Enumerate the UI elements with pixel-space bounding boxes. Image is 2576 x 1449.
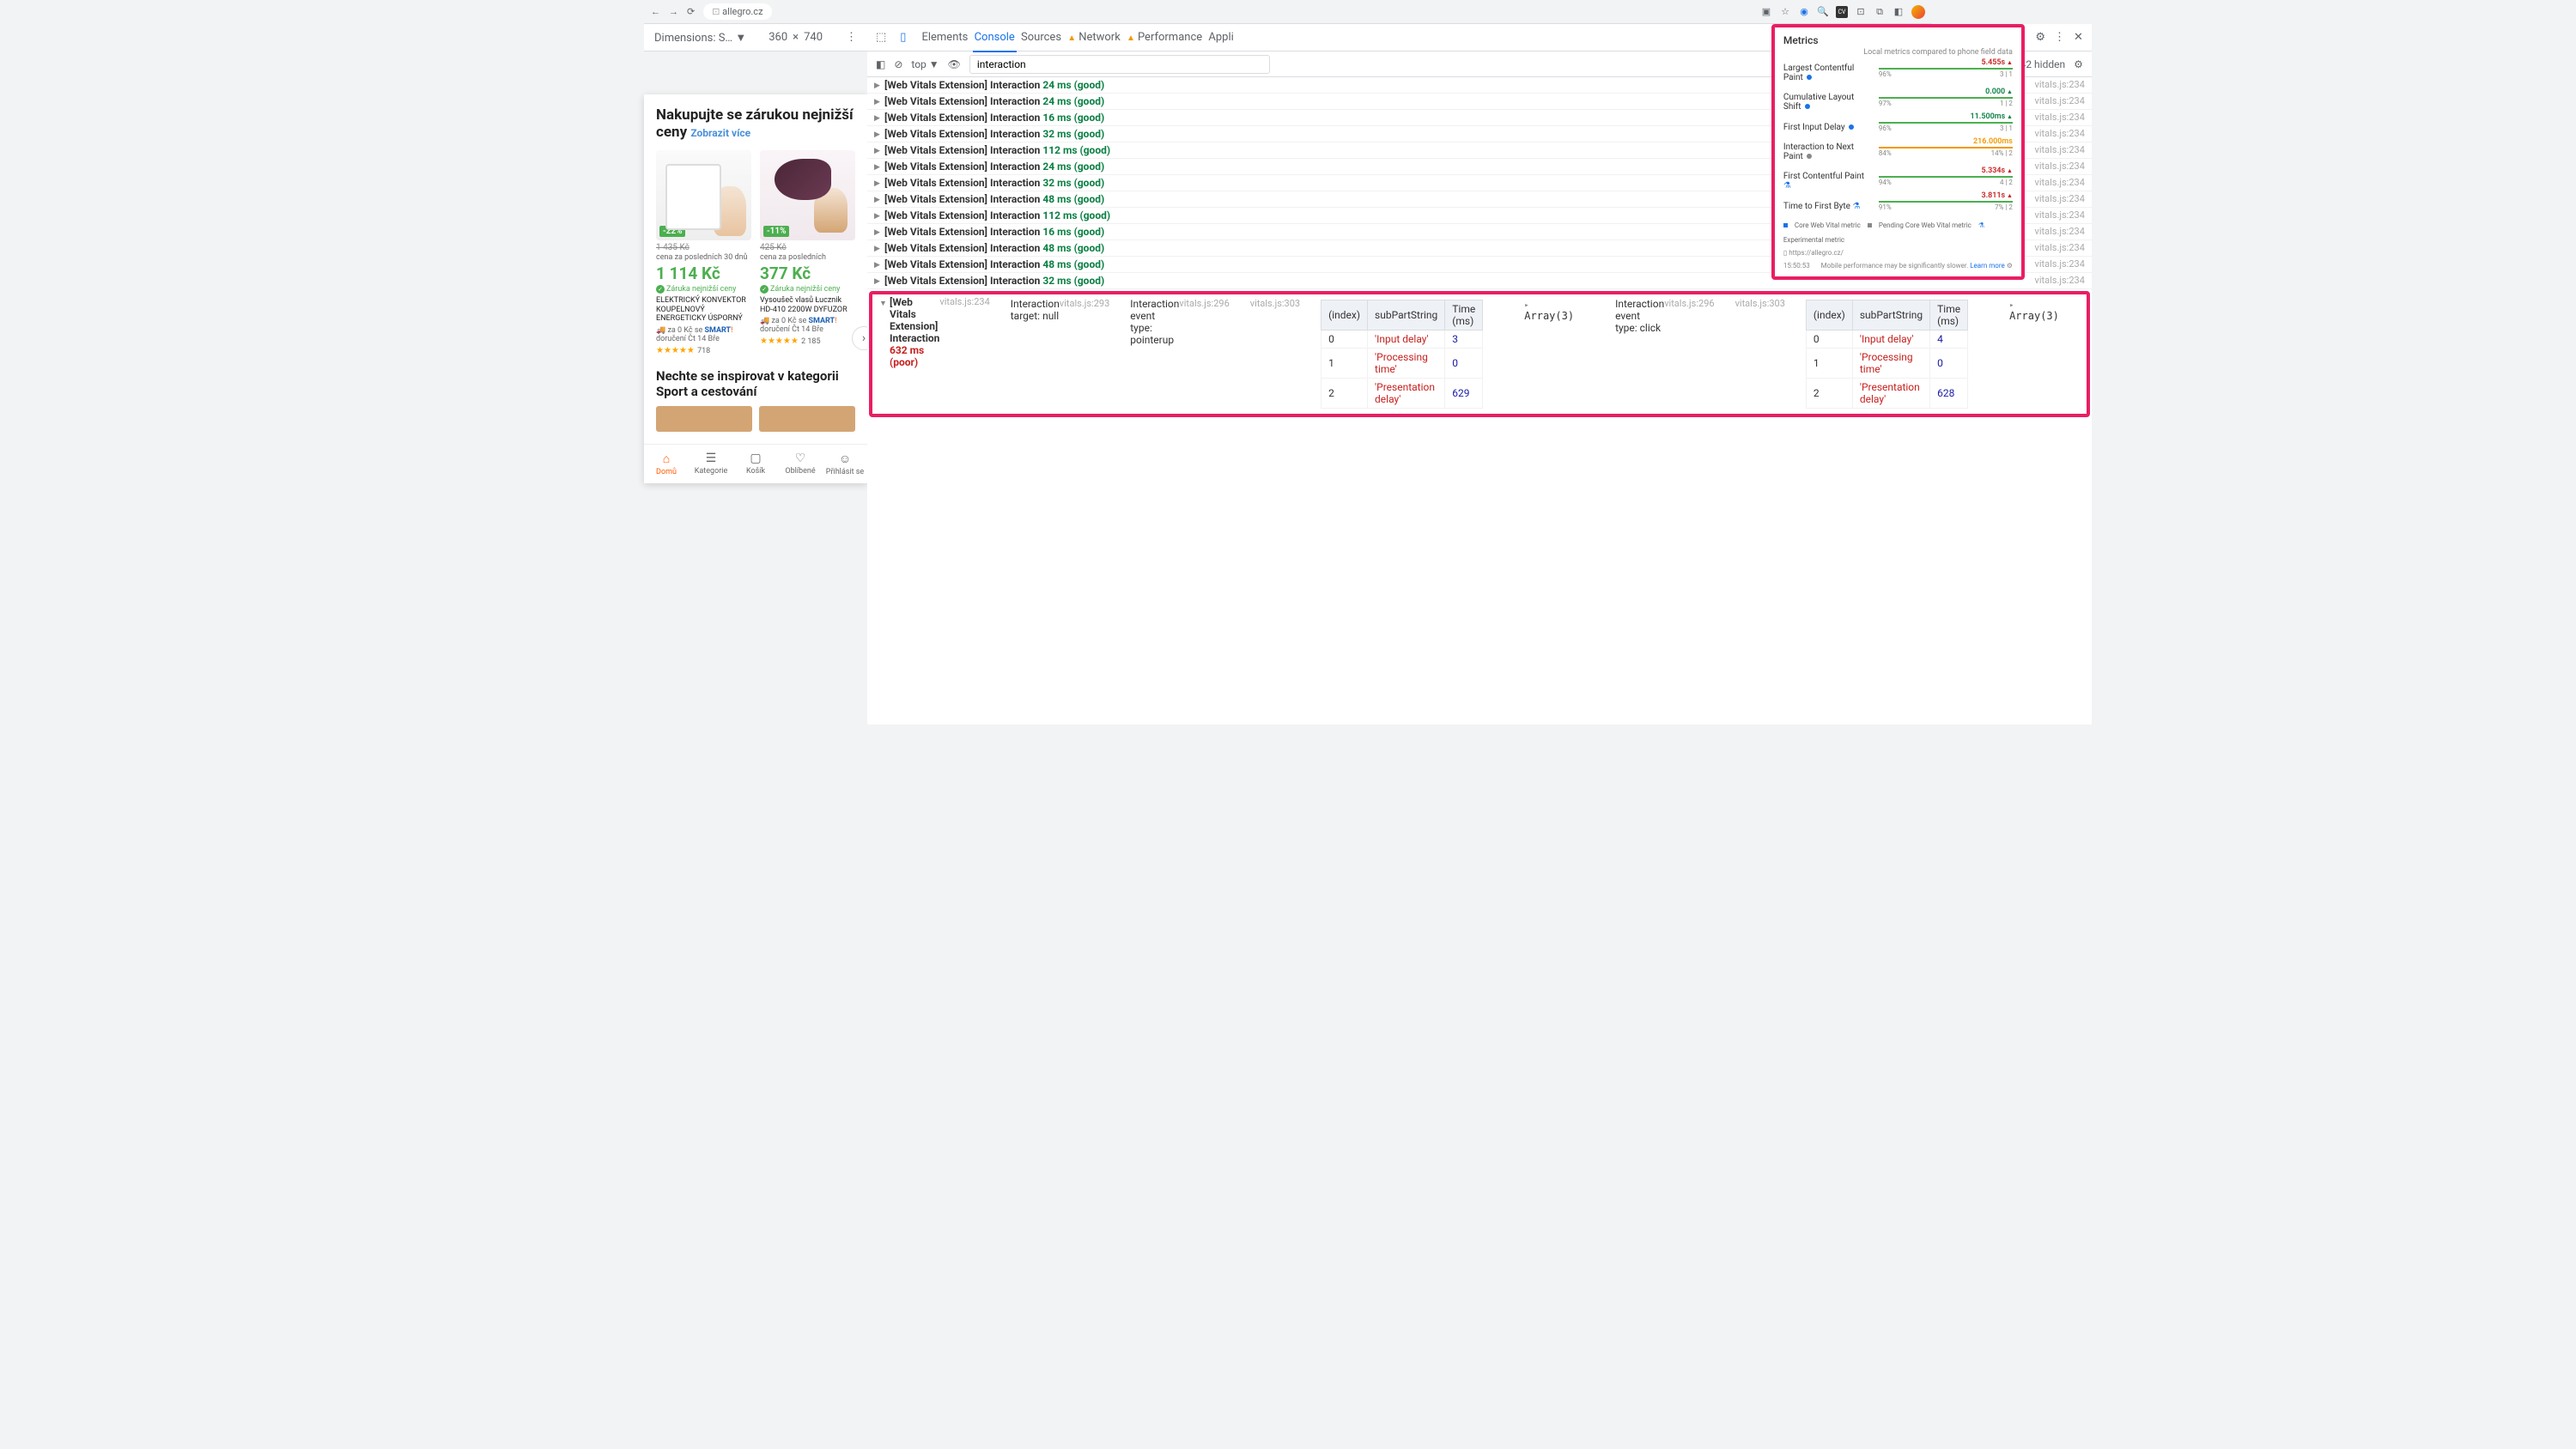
- table-row: 1'Processing time'0: [1806, 349, 1967, 379]
- category-thumb[interactable]: [759, 406, 855, 432]
- device-icon[interactable]: ▯: [900, 31, 906, 44]
- device-preview-pane: Dimensions: S… ▼ 360 × 740 ⋮ Nakupujte s…: [644, 24, 867, 724]
- tab-košík[interactable]: ▢Košík: [733, 452, 778, 476]
- product-card[interactable]: -22% 1 435 Kč cena za posledních 30 dnů …: [656, 150, 751, 356]
- product-image: -11%: [760, 150, 855, 240]
- table-row: 2'Presentation delay'629: [1321, 379, 1483, 409]
- settings-icon[interactable]: ⚙: [2074, 58, 2083, 70]
- headline: Nakupujte se zárukou nejnižší ceny Zobra…: [656, 106, 855, 142]
- price: 1 114 Kč: [656, 264, 751, 283]
- avatar[interactable]: [1911, 5, 1925, 19]
- browser-toolbar: ← → ⟳ ⊡ allegro.cz ▣ ☆ ◉ 🔍 CV ⊡ ⧉ ◧: [644, 0, 1932, 24]
- star-icon[interactable]: ☆: [1779, 6, 1791, 18]
- bottom-tabbar: ⌂Domů☰Kategorie▢Košík♡Oblíbené☺Přihlásit…: [644, 444, 867, 483]
- live-expression-icon[interactable]: 👁: [948, 58, 961, 70]
- clear-icon[interactable]: ⊘: [894, 58, 902, 70]
- height-input[interactable]: 740: [804, 31, 823, 44]
- metric-row: First Contentful Paint ⚗5.334s94%4 | 2: [1783, 172, 2013, 191]
- ext1-icon[interactable]: ◉: [1798, 6, 1810, 18]
- dimensions-bar: Dimensions: S… ▼ 360 × 740 ⋮: [644, 24, 867, 52]
- show-more-link[interactable]: Zobrazit více: [690, 127, 750, 139]
- address-bar[interactable]: ⊡ allegro.cz: [703, 3, 771, 20]
- product-image: -22%: [656, 150, 751, 240]
- learn-more-link[interactable]: Learn more: [1970, 262, 2004, 270]
- devtools-tab-elements[interactable]: Elements: [920, 24, 969, 51]
- extensions-icon[interactable]: ⧉: [1874, 6, 1886, 18]
- panel-icon[interactable]: ◧: [1893, 6, 1905, 18]
- web-vitals-overlay: Metrics Local metrics compared to phone …: [1771, 24, 2025, 280]
- cast-icon[interactable]: ▣: [1760, 6, 1772, 18]
- metric-row: Cumulative Layout Shift 0.00097%1 | 2: [1783, 93, 2013, 112]
- devtools-tab-sources[interactable]: Sources: [1019, 24, 1063, 51]
- sidebar-toggle-icon[interactable]: ◧: [876, 58, 885, 70]
- mobile-viewport: Nakupujte se zárukou nejnižší ceny Zobra…: [644, 94, 867, 483]
- timing-table: (index)subPartStringTime (ms)0'Input del…: [1806, 300, 1968, 409]
- filter-input[interactable]: [969, 55, 1270, 74]
- array-toggle[interactable]: Array(3): [1504, 296, 1595, 324]
- metrics-legend: Core Web Vital metric Pending Core Web V…: [1783, 221, 2013, 244]
- more-icon[interactable]: ⋮: [2054, 31, 2065, 44]
- width-input[interactable]: 360: [769, 31, 787, 44]
- price: 377 Kč: [760, 264, 855, 283]
- devtools-pane: ⬚ ▯ Elements Console Sources Network Per…: [867, 24, 2092, 724]
- tab-přihlásit se[interactable]: ☺Přihlásit se: [823, 452, 867, 476]
- table-row: 0'Input delay'4: [1806, 330, 1967, 349]
- console-log-expanded[interactable]: ▼[Web Vitals Extension] Interaction 632 …: [869, 291, 2090, 417]
- back-icon[interactable]: ←: [651, 6, 660, 17]
- array-toggle[interactable]: Array(3): [1989, 296, 2080, 324]
- ext3-icon[interactable]: CV: [1836, 6, 1848, 18]
- metric-row: Time to First Byte ⚗3.811s91%7% | 2: [1783, 201, 2013, 211]
- metric-row: First Input Delay 11.500ms96%3 | 1: [1783, 122, 2013, 132]
- metric-row: Interaction to Next Paint 216.000ms84%14…: [1783, 142, 2013, 161]
- more-icon[interactable]: ⋮: [846, 31, 857, 44]
- table-row: 1'Processing time'0: [1321, 349, 1483, 379]
- tab-kategorie[interactable]: ☰Kategorie: [689, 452, 733, 476]
- settings-icon[interactable]: ⚙: [2035, 31, 2045, 44]
- tab-oblíbené[interactable]: ♡Oblíbené: [778, 452, 823, 476]
- tab-domů[interactable]: ⌂Domů: [644, 452, 689, 476]
- table-row: 2'Presentation delay'628: [1806, 379, 1967, 409]
- table-row: 0'Input delay'3: [1321, 330, 1483, 349]
- product-card[interactable]: -11% 425 Kč cena za posledních 377 Kč Zá…: [760, 150, 855, 356]
- devtools-tab-appli[interactable]: Appli: [1206, 24, 1235, 51]
- download-icon[interactable]: ⊡: [1855, 6, 1867, 18]
- category-thumb[interactable]: [656, 406, 752, 432]
- devtools-tab-console[interactable]: Console: [973, 24, 1017, 52]
- close-icon[interactable]: ✕: [2074, 31, 2083, 44]
- forward-icon[interactable]: →: [669, 6, 678, 17]
- ext2-icon[interactable]: 🔍: [1817, 6, 1829, 18]
- inspect-icon[interactable]: ⬚: [876, 31, 886, 44]
- metrics-title: Metrics: [1783, 34, 2013, 46]
- context-select[interactable]: top ▼: [911, 58, 939, 70]
- section-heading: Nechte se inspirovat v kategorii Sport a…: [656, 368, 855, 399]
- metric-row: Largest Contentful Paint 5.455s96%3 | 1: [1783, 64, 2013, 82]
- timing-table: (index)subPartStringTime (ms)0'Input del…: [1321, 300, 1483, 409]
- devtools-tab-network[interactable]: Network: [1066, 24, 1122, 51]
- devtools-tab-performance[interactable]: Performance: [1125, 24, 1204, 51]
- dimensions-select[interactable]: Dimensions: S… ▼: [654, 31, 746, 45]
- reload-icon[interactable]: ⟳: [687, 6, 695, 17]
